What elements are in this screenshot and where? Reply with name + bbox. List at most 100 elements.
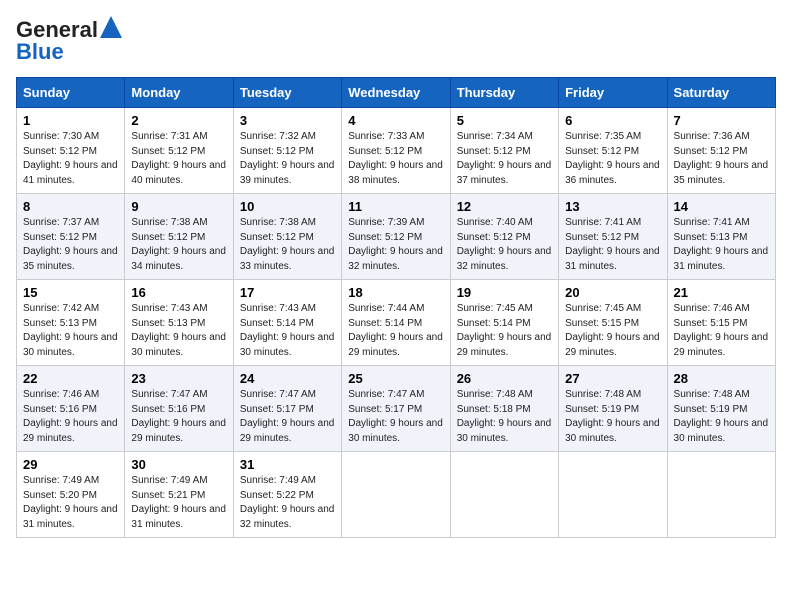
day-number: 9 — [131, 199, 226, 214]
logo-arrow-icon — [100, 16, 122, 38]
day-number: 14 — [674, 199, 769, 214]
day-info: Sunrise: 7:47 AMSunset: 5:17 PMDaylight:… — [240, 388, 335, 446]
day-info: Sunrise: 7:33 AMSunset: 5:12 PMDaylight:… — [348, 130, 443, 188]
day-number: 13 — [565, 199, 660, 214]
day-info: Sunrise: 7:38 AMSunset: 5:12 PMDaylight:… — [240, 216, 335, 274]
day-info: Sunrise: 7:36 AMSunset: 5:12 PMDaylight:… — [674, 130, 769, 188]
day-info: Sunrise: 7:34 AMSunset: 5:12 PMDaylight:… — [457, 130, 552, 188]
day-number: 30 — [131, 457, 226, 472]
calendar-header-row: SundayMondayTuesdayWednesdayThursdayFrid… — [17, 78, 776, 108]
day-info: Sunrise: 7:49 AMSunset: 5:22 PMDaylight:… — [240, 474, 335, 532]
calendar-week-row: 1 Sunrise: 7:30 AMSunset: 5:12 PMDaylight… — [17, 108, 776, 194]
day-number: 28 — [674, 371, 769, 386]
calendar-cell: 29Sunrise: 7:49 AMSunset: 5:20 PMDayligh… — [17, 452, 125, 538]
calendar-cell: 9 Sunrise: 7:38 AMSunset: 5:12 PMDaylight… — [125, 194, 233, 280]
calendar-cell: 15 Sunrise: 7:42 AMSunset: 5:13 PMDayligh… — [17, 280, 125, 366]
day-info: Sunrise: 7:41 AMSunset: 5:12 PMDaylight:… — [565, 216, 660, 274]
day-number: 8 — [23, 199, 118, 214]
day-info: Sunrise: 7:49 AMSunset: 5:20 PMDaylight:… — [23, 474, 118, 532]
day-number: 20 — [565, 285, 660, 300]
day-info: Sunrise: 7:32 AMSunset: 5:12 PMDaylight:… — [240, 130, 335, 188]
page-header: General Blue — [16, 16, 776, 65]
calendar-cell: 1 Sunrise: 7:30 AMSunset: 5:12 PMDaylight… — [17, 108, 125, 194]
day-number: 22 — [23, 371, 118, 386]
day-number: 4 — [348, 113, 443, 128]
day-number: 3 — [240, 113, 335, 128]
calendar-cell — [342, 452, 450, 538]
calendar-cell: 14 Sunrise: 7:41 AMSunset: 5:13 PMDayligh… — [667, 194, 775, 280]
calendar-cell: 28 Sunrise: 7:48 AMSunset: 5:19 PMDayligh… — [667, 366, 775, 452]
calendar-cell — [667, 452, 775, 538]
day-info: Sunrise: 7:39 AMSunset: 5:12 PMDaylight:… — [348, 216, 443, 274]
day-number: 2 — [131, 113, 226, 128]
day-number: 6 — [565, 113, 660, 128]
calendar-cell: 31 Sunrise: 7:49 AMSunset: 5:22 PMDayligh… — [233, 452, 341, 538]
calendar-week-row: 15 Sunrise: 7:42 AMSunset: 5:13 PMDayligh… — [17, 280, 776, 366]
day-info: Sunrise: 7:41 AMSunset: 5:13 PMDaylight:… — [674, 216, 769, 274]
day-info: Sunrise: 7:45 AMSunset: 5:15 PMDaylight:… — [565, 302, 660, 360]
day-info: Sunrise: 7:48 AMSunset: 5:19 PMDaylight:… — [674, 388, 769, 446]
column-header-friday: Friday — [559, 78, 667, 108]
column-header-sunday: Sunday — [17, 78, 125, 108]
day-info: Sunrise: 7:47 AMSunset: 5:16 PMDaylight:… — [131, 388, 226, 446]
calendar-cell: 27 Sunrise: 7:48 AMSunset: 5:19 PMDayligh… — [559, 366, 667, 452]
day-info: Sunrise: 7:40 AMSunset: 5:12 PMDaylight:… — [457, 216, 552, 274]
day-number: 31 — [240, 457, 335, 472]
calendar-cell: 2Sunrise: 7:31 AMSunset: 5:12 PMDaylight… — [125, 108, 233, 194]
calendar-cell: 17Sunrise: 7:43 AMSunset: 5:14 PMDayligh… — [233, 280, 341, 366]
calendar-cell: 11Sunrise: 7:39 AMSunset: 5:12 PMDayligh… — [342, 194, 450, 280]
calendar-cell: 3 Sunrise: 7:32 AMSunset: 5:12 PMDaylight… — [233, 108, 341, 194]
column-header-thursday: Thursday — [450, 78, 558, 108]
calendar-cell: 16 Sunrise: 7:43 AMSunset: 5:13 PMDayligh… — [125, 280, 233, 366]
calendar-cell: 7 Sunrise: 7:36 AMSunset: 5:12 PMDaylight… — [667, 108, 775, 194]
day-info: Sunrise: 7:43 AMSunset: 5:13 PMDaylight:… — [131, 302, 226, 360]
calendar-cell: 4 Sunrise: 7:33 AMSunset: 5:12 PMDaylight… — [342, 108, 450, 194]
day-number: 15 — [23, 285, 118, 300]
calendar-cell: 22 Sunrise: 7:46 AMSunset: 5:16 PMDayligh… — [17, 366, 125, 452]
calendar-cell: 8 Sunrise: 7:37 AMSunset: 5:12 PMDaylight… — [17, 194, 125, 280]
calendar-week-row: 8 Sunrise: 7:37 AMSunset: 5:12 PMDaylight… — [17, 194, 776, 280]
calendar-cell — [450, 452, 558, 538]
calendar-cell — [559, 452, 667, 538]
calendar-cell: 13 Sunrise: 7:41 AMSunset: 5:12 PMDayligh… — [559, 194, 667, 280]
day-info: Sunrise: 7:46 AMSunset: 5:15 PMDaylight:… — [674, 302, 769, 360]
day-number: 7 — [674, 113, 769, 128]
day-info: Sunrise: 7:46 AMSunset: 5:16 PMDaylight:… — [23, 388, 118, 446]
calendar-cell: 19Sunrise: 7:45 AMSunset: 5:14 PMDayligh… — [450, 280, 558, 366]
day-info: Sunrise: 7:38 AMSunset: 5:12 PMDaylight:… — [131, 216, 226, 274]
day-info: Sunrise: 7:42 AMSunset: 5:13 PMDaylight:… — [23, 302, 118, 360]
day-number: 27 — [565, 371, 660, 386]
calendar-cell: 23 Sunrise: 7:47 AMSunset: 5:16 PMDayligh… — [125, 366, 233, 452]
calendar-cell: 20 Sunrise: 7:45 AMSunset: 5:15 PMDayligh… — [559, 280, 667, 366]
day-number: 1 — [23, 113, 118, 128]
calendar-cell: 18Sunrise: 7:44 AMSunset: 5:14 PMDayligh… — [342, 280, 450, 366]
column-header-wednesday: Wednesday — [342, 78, 450, 108]
day-info: Sunrise: 7:37 AMSunset: 5:12 PMDaylight:… — [23, 216, 118, 274]
day-info: Sunrise: 7:47 AMSunset: 5:17 PMDaylight:… — [348, 388, 443, 446]
day-info: Sunrise: 7:43 AMSunset: 5:14 PMDaylight:… — [240, 302, 335, 360]
day-number: 16 — [131, 285, 226, 300]
day-info: Sunrise: 7:48 AMSunset: 5:18 PMDaylight:… — [457, 388, 552, 446]
column-header-tuesday: Tuesday — [233, 78, 341, 108]
day-info: Sunrise: 7:48 AMSunset: 5:19 PMDaylight:… — [565, 388, 660, 446]
calendar-cell: 6Sunrise: 7:35 AMSunset: 5:12 PMDaylight… — [559, 108, 667, 194]
calendar-cell: 12 Sunrise: 7:40 AMSunset: 5:12 PMDayligh… — [450, 194, 558, 280]
day-number: 24 — [240, 371, 335, 386]
day-number: 5 — [457, 113, 552, 128]
calendar-cell: 25 Sunrise: 7:47 AMSunset: 5:17 PMDayligh… — [342, 366, 450, 452]
calendar-cell: 26 Sunrise: 7:48 AMSunset: 5:18 PMDayligh… — [450, 366, 558, 452]
day-number: 25 — [348, 371, 443, 386]
logo-text-blue: Blue — [16, 39, 64, 65]
day-number: 23 — [131, 371, 226, 386]
day-number: 26 — [457, 371, 552, 386]
calendar-week-row: 29Sunrise: 7:49 AMSunset: 5:20 PMDayligh… — [17, 452, 776, 538]
calendar-cell: 24 Sunrise: 7:47 AMSunset: 5:17 PMDayligh… — [233, 366, 341, 452]
calendar-cell: 30Sunrise: 7:49 AMSunset: 5:21 PMDayligh… — [125, 452, 233, 538]
calendar-cell: 5 Sunrise: 7:34 AMSunset: 5:12 PMDaylight… — [450, 108, 558, 194]
day-number: 10 — [240, 199, 335, 214]
day-number: 19 — [457, 285, 552, 300]
day-info: Sunrise: 7:30 AMSunset: 5:12 PMDaylight:… — [23, 130, 118, 188]
day-number: 12 — [457, 199, 552, 214]
day-info: Sunrise: 7:44 AMSunset: 5:14 PMDaylight:… — [348, 302, 443, 360]
calendar-cell: 21Sunrise: 7:46 AMSunset: 5:15 PMDayligh… — [667, 280, 775, 366]
